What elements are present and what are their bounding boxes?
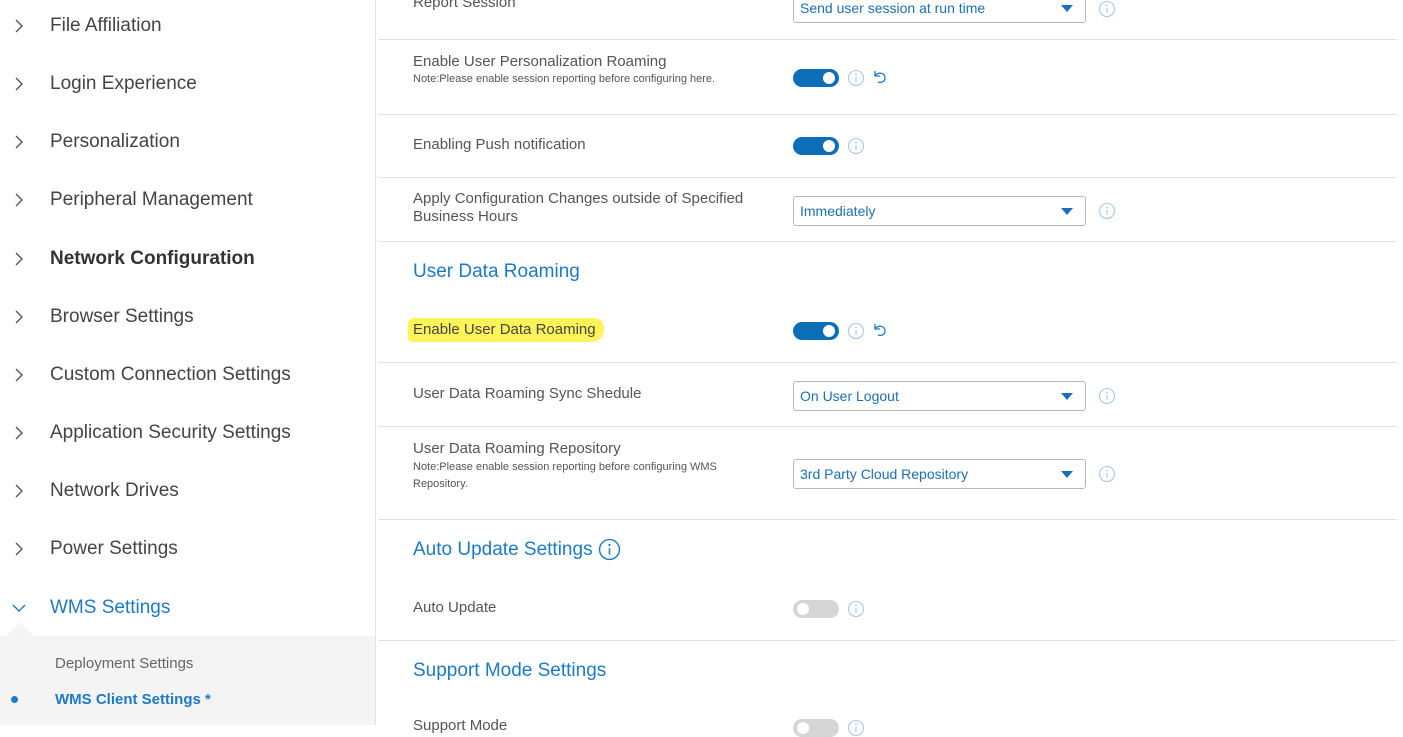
sidebar-item-browser-settings[interactable]: Browser Settings (0, 299, 375, 335)
sync-schedule-label: User Data Roaming Sync Shedule (413, 385, 642, 402)
report-session-select[interactable]: Send user session at run time (793, 0, 1086, 23)
select-value: 3rd Party Cloud Repository (800, 466, 969, 482)
select-value: On User Logout (800, 388, 899, 404)
sidebar-item-custom-connection-settings[interactable]: Custom Connection Settings (0, 357, 375, 393)
enable-user-data-roaming-label: Enable User Data Roaming (413, 321, 596, 338)
apply-config-label-line1: Apply Configuration Changes outside of S… (413, 190, 744, 207)
caret-down-icon (1061, 208, 1073, 215)
support-mode-label: Support Mode (413, 717, 508, 734)
sidebar-item-label: Network Drives (50, 480, 179, 501)
chevron-right-icon (15, 252, 23, 266)
sidebar-item-label: Peripheral Management (50, 189, 253, 210)
chevron-right-icon (15, 426, 23, 440)
sidebar-item-personalization[interactable]: Personalization (0, 124, 375, 160)
caret-down-icon (1061, 5, 1073, 12)
wms-settings-submenu: Deployment Settings WMS Client Settings … (0, 622, 375, 725)
submenu-item-wms-client-settings[interactable]: WMS Client Settings * (55, 691, 211, 708)
toggle-knob (823, 325, 835, 337)
info-icon[interactable] (598, 538, 621, 561)
apply-config-label-line2: Business Hours (413, 208, 519, 225)
select-value: Immediately (800, 203, 876, 219)
toggle-knob (823, 140, 835, 152)
info-icon[interactable] (847, 69, 865, 87)
push-notification-label: Enabling Push notification (413, 136, 586, 153)
push-notification-toggle[interactable] (793, 137, 839, 155)
auto-update-toggle[interactable] (793, 600, 839, 618)
info-icon[interactable] (1098, 0, 1116, 18)
auto-update-label: Auto Update (413, 599, 497, 616)
repository-note-line2: Repository. (413, 478, 468, 490)
sidebar-item-label: Custom Connection Settings (50, 364, 291, 385)
sidebar: File Affiliation Login Experience Person… (0, 0, 376, 725)
toggle-knob (797, 603, 809, 615)
sidebar-item-login-experience[interactable]: Login Experience (0, 66, 375, 102)
sidebar-item-power-settings[interactable]: Power Settings (0, 531, 375, 567)
chevron-right-icon (15, 310, 23, 324)
undo-icon[interactable] (871, 321, 889, 339)
sidebar-item-peripheral-management[interactable]: Peripheral Management (0, 182, 375, 218)
personalization-roaming-note: Note:Please enable session reporting bef… (413, 73, 716, 85)
divider (378, 362, 1397, 363)
sidebar-item-label: Personalization (50, 131, 180, 152)
repository-select[interactable]: 3rd Party Cloud Repository (793, 459, 1086, 489)
repository-label: User Data Roaming Repository (413, 440, 621, 457)
sidebar-item-label: Network Configuration (50, 248, 255, 269)
personalization-roaming-label: Enable User Personalization Roaming (413, 53, 667, 70)
divider (378, 519, 1397, 520)
apply-config-select[interactable]: Immediately (793, 196, 1086, 226)
chevron-right-icon (15, 19, 23, 33)
sidebar-item-label: Browser Settings (50, 306, 194, 327)
chevron-right-icon (15, 193, 23, 207)
user-data-roaming-section-title: User Data Roaming (413, 261, 580, 282)
report-session-label: Report Session (413, 0, 516, 11)
info-icon[interactable] (1098, 465, 1116, 483)
chevron-down-icon (12, 604, 26, 612)
sidebar-item-label: Application Security Settings (50, 422, 291, 443)
info-icon[interactable] (847, 322, 865, 340)
personalization-roaming-toggle[interactable] (793, 69, 839, 87)
chevron-right-icon (15, 77, 23, 91)
divider (378, 241, 1397, 242)
info-icon[interactable] (1098, 387, 1116, 405)
sidebar-item-label: Login Experience (50, 73, 197, 94)
info-icon[interactable] (847, 137, 865, 155)
sidebar-item-label: File Affiliation (50, 15, 162, 36)
info-icon[interactable] (847, 600, 865, 618)
chevron-right-icon (15, 135, 23, 149)
divider (378, 114, 1397, 115)
enable-user-data-roaming-toggle[interactable] (793, 322, 839, 340)
repository-note-line1: Note:Please enable session reporting bef… (413, 461, 717, 473)
divider (378, 177, 1397, 178)
support-mode-toggle[interactable] (793, 719, 839, 737)
submenu-notch (6, 622, 34, 636)
sidebar-item-label: Power Settings (50, 538, 178, 559)
sidebar-item-file-affiliation[interactable]: File Affiliation (0, 8, 375, 44)
chevron-right-icon (15, 542, 23, 556)
sidebar-item-network-configuration[interactable]: Network Configuration (0, 241, 375, 277)
info-icon[interactable] (1098, 202, 1116, 220)
active-bullet-icon (11, 696, 18, 703)
submenu-item-deployment-settings[interactable]: Deployment Settings (55, 655, 193, 672)
chevron-right-icon (15, 484, 23, 498)
info-icon[interactable] (847, 719, 865, 737)
undo-icon[interactable] (871, 68, 889, 86)
divider (378, 426, 1397, 427)
toggle-knob (797, 722, 809, 734)
caret-down-icon (1061, 471, 1073, 478)
auto-update-section-title: Auto Update Settings (413, 539, 593, 560)
divider (378, 39, 1397, 40)
sidebar-item-label: WMS Settings (50, 597, 171, 618)
chevron-right-icon (15, 368, 23, 382)
sidebar-item-application-security-settings[interactable]: Application Security Settings (0, 415, 375, 451)
sidebar-item-network-drives[interactable]: Network Drives (0, 473, 375, 509)
support-mode-section-title: Support Mode Settings (413, 660, 607, 681)
sync-schedule-select[interactable]: On User Logout (793, 381, 1086, 411)
settings-panel: Report Session Send user session at run … (378, 0, 1403, 737)
sidebar-item-wms-settings[interactable]: WMS Settings (0, 590, 375, 626)
caret-down-icon (1061, 393, 1073, 400)
select-value: Send user session at run time (800, 0, 986, 16)
toggle-knob (823, 72, 835, 84)
divider (378, 640, 1397, 641)
